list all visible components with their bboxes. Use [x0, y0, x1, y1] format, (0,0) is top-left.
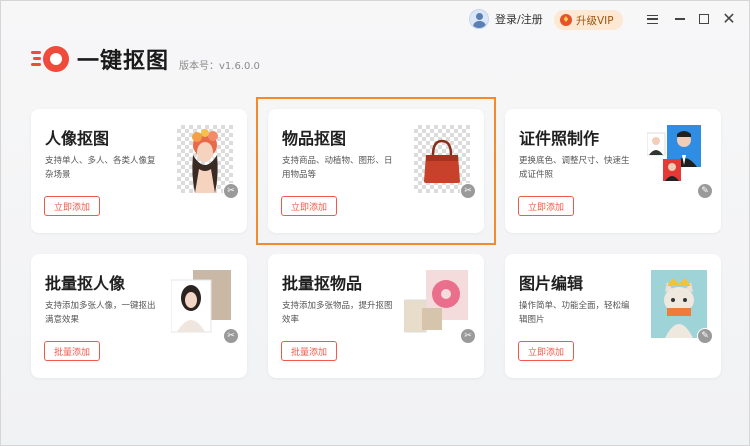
minimize-button[interactable]: [671, 10, 689, 28]
maximize-button[interactable]: [695, 10, 713, 28]
handbag-icon: ✂: [414, 125, 476, 199]
card-description: 支持商品、动植物、图形、日用物品等: [282, 156, 393, 180]
add-now-button[interactable]: 立即添加: [281, 196, 337, 216]
maximize-icon: [699, 14, 709, 24]
batch-portrait-icon: ✂: [171, 270, 239, 344]
image-edit-icon: ✎: [651, 270, 713, 344]
close-icon: ✕: [722, 9, 736, 28]
scissors-badge-icon: ✂: [460, 328, 476, 344]
logo-icon: [31, 45, 69, 73]
minimize-icon: [675, 18, 685, 20]
card-description: 操作简单、功能全面，轻松编辑图片: [519, 301, 630, 325]
batch-object-icon: ✂: [404, 270, 476, 344]
card-batch-object[interactable]: 批量抠物品 支持添加多张物品，提升抠图效率 批量添加 ✂: [268, 254, 484, 378]
card-batch-portrait[interactable]: 批量抠人像 支持添加多张人像，一键抠出满意效果 批量添加 ✂: [31, 254, 247, 378]
card-description: 支持单人、多人、各类人像复杂场景: [45, 156, 156, 180]
upgrade-vip-label: 升级VIP: [576, 14, 614, 27]
card-image-edit[interactable]: 图片编辑 操作简单、功能全面，轻松编辑图片 立即添加 ✎: [505, 254, 721, 378]
app-logo: 一键抠图 版本号：v1.6.0.0: [31, 43, 260, 75]
login-register-label: 登录/注册: [495, 13, 543, 26]
close-button[interactable]: ✕: [720, 10, 738, 28]
card-title: 人像抠图: [45, 129, 110, 148]
add-now-button[interactable]: 立即添加: [518, 341, 574, 361]
upgrade-vip-button[interactable]: ♦ 升级VIP: [554, 10, 623, 30]
user-avatar-icon: [469, 9, 489, 29]
card-description: 更换底色、调整尺寸、快速生成证件照: [519, 156, 630, 180]
card-description: 支持添加多张人像，一键抠出满意效果: [45, 301, 156, 325]
scissors-badge-icon: ✂: [460, 183, 476, 199]
scissors-badge-icon: ✂: [223, 183, 239, 199]
title-bar: 登录/注册 ♦ 升级VIP ✕: [1, 1, 749, 37]
card-title: 批量抠人像: [45, 274, 126, 293]
version-label: 版本号：v1.6.0.0: [179, 60, 260, 72]
menu-button[interactable]: [643, 10, 661, 28]
portrait-icon: ✂: [177, 125, 239, 199]
add-now-button[interactable]: 立即添加: [44, 196, 100, 216]
card-portrait-cutout[interactable]: 人像抠图 支持单人、多人、各类人像复杂场景 立即添加 ✂: [31, 109, 247, 233]
app-title: 一键抠图: [77, 49, 170, 74]
edit-badge-icon: ✎: [697, 328, 713, 344]
card-title: 物品抠图: [282, 129, 347, 148]
menu-icon: [646, 14, 658, 24]
card-id-photo[interactable]: 证件照制作 更换底色、调整尺寸、快速生成证件照 立即添加 ✎: [505, 109, 721, 233]
edit-badge-icon: ✎: [697, 183, 713, 199]
card-title: 证件照制作: [519, 129, 600, 148]
card-title: 图片编辑: [519, 274, 584, 293]
card-object-cutout[interactable]: 物品抠图 支持商品、动植物、图形、日用物品等 立即添加 ✂: [268, 109, 484, 233]
vip-crown-icon: ♦: [560, 14, 572, 26]
batch-add-button[interactable]: 批量添加: [44, 341, 100, 361]
id-photo-icon: ✎: [647, 125, 713, 199]
card-title: 批量抠物品: [282, 274, 363, 293]
app-window: 登录/注册 ♦ 升级VIP ✕ 一键抠图 版本号：v1.6.0.0 人像抠图 支…: [0, 0, 750, 446]
login-register-button[interactable]: 登录/注册: [469, 9, 543, 29]
scissors-badge-icon: ✂: [223, 328, 239, 344]
card-description: 支持添加多张物品，提升抠图效率: [282, 301, 393, 325]
add-now-button[interactable]: 立即添加: [518, 196, 574, 216]
batch-add-button[interactable]: 批量添加: [281, 341, 337, 361]
